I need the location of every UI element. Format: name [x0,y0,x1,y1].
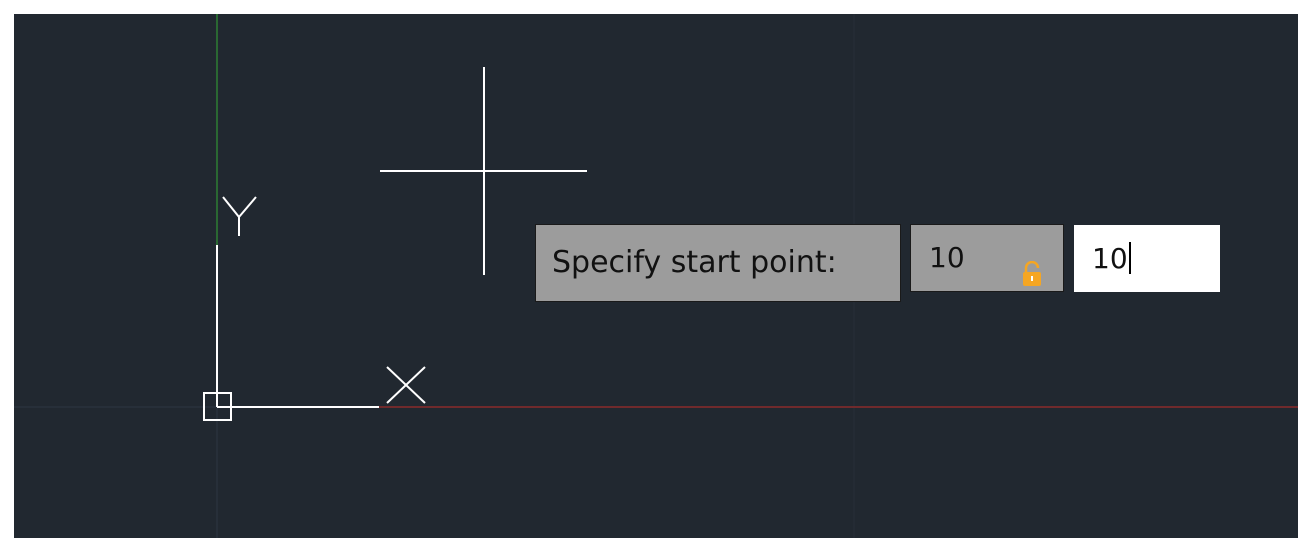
lock-icon[interactable] [1021,245,1043,286]
coordinate-input-value: 10 [1092,242,1128,275]
locked-coordinate-field[interactable]: 10 [910,224,1064,292]
locked-coordinate-value: 10 [929,241,965,274]
ucs-y-label [222,196,257,236]
text-caret [1128,242,1131,274]
ucs-x-label [386,366,426,404]
ucs-icon [203,196,426,421]
coordinate-input-field[interactable]: 10 [1074,225,1220,292]
drawing-canvas[interactable]: Specify start point: 10 10 [14,14,1298,538]
dynamic-input-prompt: Specify start point: [535,224,901,302]
